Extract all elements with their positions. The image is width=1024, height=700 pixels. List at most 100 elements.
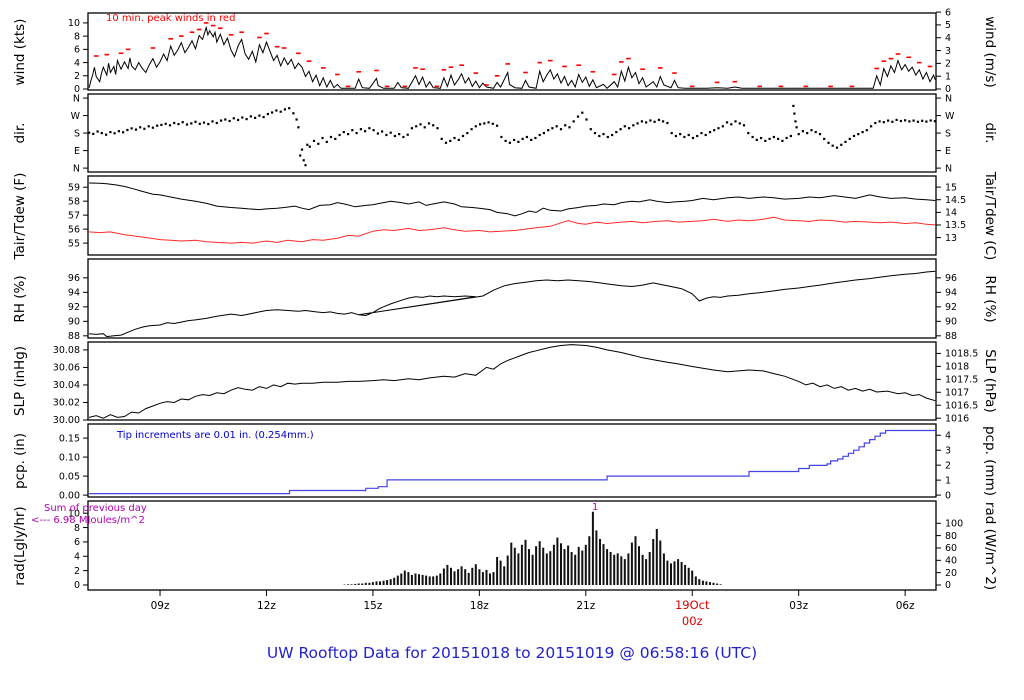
peak-winds-note: 10 min. peak winds in red xyxy=(106,13,235,24)
svg-text:13.5: 13.5 xyxy=(945,220,966,231)
svg-text:92: 92 xyxy=(945,302,957,313)
svg-text:10: 10 xyxy=(68,18,80,29)
pcp-left-axis-label: pcp. (in) xyxy=(12,433,28,489)
svg-text:59: 59 xyxy=(68,182,80,193)
svg-text:13: 13 xyxy=(945,233,957,244)
svg-text:S: S xyxy=(945,128,951,139)
svg-text:4: 4 xyxy=(74,551,80,562)
svg-text:3: 3 xyxy=(945,445,951,456)
rad-sum-note-line2: <--- 6.98 MJoules/m^2 xyxy=(31,515,145,526)
svg-text:W: W xyxy=(71,111,81,122)
svg-text:30.00: 30.00 xyxy=(53,415,80,426)
svg-text:E: E xyxy=(945,146,951,157)
svg-text:N: N xyxy=(73,93,80,104)
svg-text:1018: 1018 xyxy=(945,362,969,373)
page-title: UW Rooftop Data for 20151018 to 20151019… xyxy=(0,644,1024,662)
svg-text:30.04: 30.04 xyxy=(53,380,80,391)
svg-text:1018.5: 1018.5 xyxy=(945,349,978,360)
svg-text:60: 60 xyxy=(945,543,957,554)
rad-panel: 0246810020406080100 xyxy=(68,501,963,591)
slp-left-axis-label: SLP (inHg) xyxy=(12,346,28,416)
svg-text:6: 6 xyxy=(74,45,80,56)
svg-text:03z: 03z xyxy=(789,600,808,612)
dir-panel: NESWNNESWN xyxy=(71,93,955,174)
svg-text:W: W xyxy=(945,111,955,122)
svg-text:1017.5: 1017.5 xyxy=(945,375,978,386)
svg-text:90: 90 xyxy=(945,317,957,328)
svg-text:80: 80 xyxy=(945,531,957,542)
rh-left-axis-label: RH (%) xyxy=(12,275,28,322)
rh-panel: 88 90 92 94 96 88 90 92 94 96 xyxy=(68,259,957,342)
svg-text:15z: 15z xyxy=(363,600,382,612)
pcp-right-axis-label: pcp. (mm) xyxy=(982,426,998,496)
svg-text:0: 0 xyxy=(74,580,80,591)
svg-text:2: 2 xyxy=(945,460,951,471)
svg-text:4: 4 xyxy=(945,33,951,44)
temperature-panel: 55565758591313.51414.515 xyxy=(68,176,966,255)
svg-text:58: 58 xyxy=(68,196,80,207)
rad-sum-note-line1: Sum of previous day xyxy=(44,503,147,514)
svg-text:92: 92 xyxy=(68,302,80,313)
wind-left-axis-label: wind (kts) xyxy=(12,18,28,85)
rad-flag-marker: 1 xyxy=(592,502,598,513)
slp-right-axis-label: SLP (hPa) xyxy=(982,349,998,412)
svg-text:88: 88 xyxy=(945,331,957,342)
svg-text:90: 90 xyxy=(68,317,80,328)
svg-text:06z: 06z xyxy=(896,600,915,612)
svg-text:100: 100 xyxy=(945,518,963,529)
weather-plot: 02468100123456NESWNNESWN55565758591313.5… xyxy=(0,0,1024,700)
svg-text:30.02: 30.02 xyxy=(53,398,80,409)
temp-right-axis-label: Tair/Tdew (C) xyxy=(982,171,998,260)
svg-text:0.00: 0.00 xyxy=(59,490,80,501)
svg-text:S: S xyxy=(74,128,80,139)
svg-text:1016.5: 1016.5 xyxy=(945,400,978,411)
svg-text:88: 88 xyxy=(68,331,80,342)
svg-text:2: 2 xyxy=(74,566,80,577)
rad-right-axis-label: rad (W/m^2) xyxy=(982,501,998,589)
svg-text:1: 1 xyxy=(945,71,951,82)
svg-text:2: 2 xyxy=(74,71,80,82)
svg-text:0: 0 xyxy=(945,490,951,501)
svg-text:40: 40 xyxy=(945,556,957,567)
svg-text:20: 20 xyxy=(945,568,957,579)
svg-text:21z: 21z xyxy=(576,600,595,612)
svg-text:96: 96 xyxy=(68,273,80,284)
svg-text:5: 5 xyxy=(945,20,951,31)
dir-left-axis-label: dir. xyxy=(12,123,28,144)
svg-text:N: N xyxy=(945,163,952,174)
svg-text:56: 56 xyxy=(68,224,80,235)
temp-left-axis-label: Tair/Tdew (F) xyxy=(12,172,28,259)
svg-text:18z: 18z xyxy=(470,600,489,612)
svg-text:3: 3 xyxy=(945,46,951,57)
svg-text:8: 8 xyxy=(74,31,80,42)
svg-text:55: 55 xyxy=(68,238,80,249)
svg-text:14.5: 14.5 xyxy=(945,195,966,206)
svg-text:1017: 1017 xyxy=(945,387,969,398)
svg-text:09z: 09z xyxy=(151,600,170,612)
svg-text:0.15: 0.15 xyxy=(59,433,80,444)
svg-text:0: 0 xyxy=(945,580,951,591)
svg-text:19Oct: 19Oct xyxy=(675,598,710,612)
time-axis: 09z12z15z18z21z19Oct00z03z06z xyxy=(151,590,915,628)
weather-dashboard: 02468100123456NESWNNESWN55565758591313.5… xyxy=(0,0,1024,700)
svg-text:N: N xyxy=(73,163,80,174)
svg-text:2: 2 xyxy=(945,59,951,70)
svg-text:4: 4 xyxy=(74,58,80,69)
svg-text:4: 4 xyxy=(945,430,951,441)
svg-text:94: 94 xyxy=(68,288,80,299)
svg-text:30.08: 30.08 xyxy=(53,345,80,356)
slp-panel: 30.0030.0230.0430.0630.0810161016.510171… xyxy=(53,342,978,426)
svg-text:0.05: 0.05 xyxy=(59,471,80,482)
svg-text:E: E xyxy=(74,146,80,157)
svg-text:57: 57 xyxy=(68,210,80,221)
svg-text:96: 96 xyxy=(945,273,957,284)
svg-text:1016: 1016 xyxy=(945,413,969,424)
svg-text:14: 14 xyxy=(945,208,957,219)
svg-text:6: 6 xyxy=(74,537,80,548)
dir-right-axis-label: dir. xyxy=(982,123,998,144)
svg-text:94: 94 xyxy=(945,288,957,299)
svg-text:N: N xyxy=(945,93,952,104)
svg-text:6: 6 xyxy=(945,7,951,18)
svg-text:0.10: 0.10 xyxy=(59,452,80,463)
tip-increments-note: Tip increments are 0.01 in. (0.254mm.) xyxy=(117,430,314,441)
